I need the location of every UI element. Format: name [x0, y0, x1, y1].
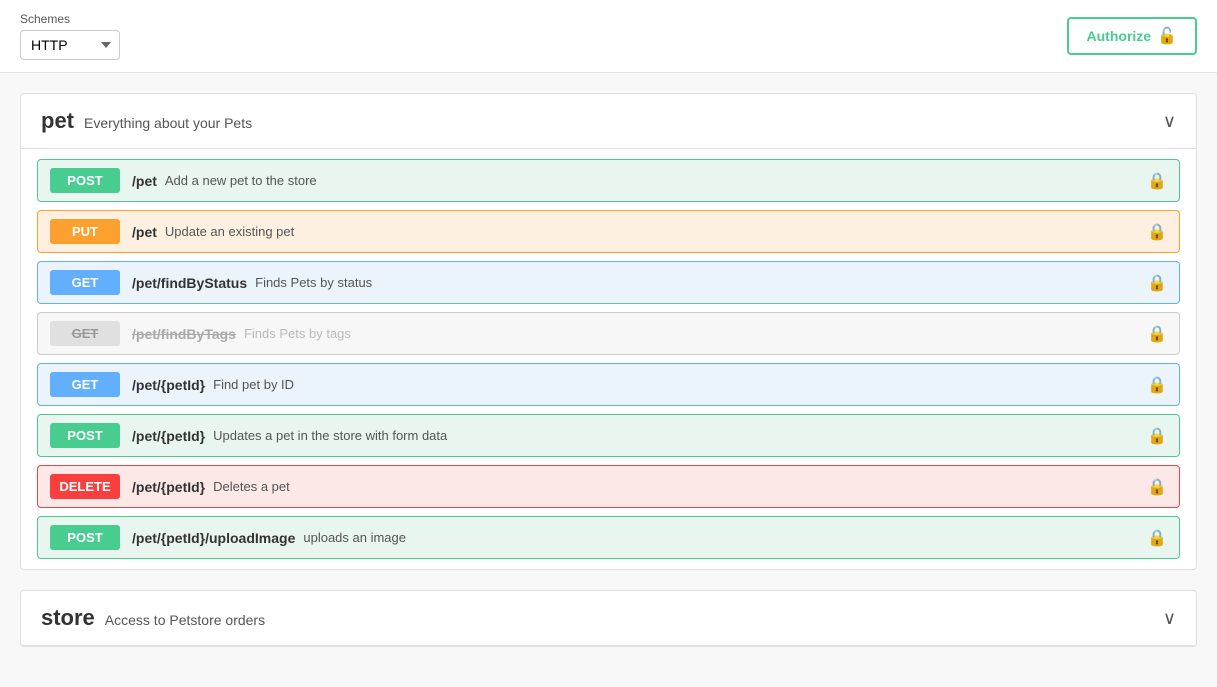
method-badge-pet-4: GET: [50, 372, 120, 397]
lock-icon-pet-2: 🔒: [1147, 273, 1167, 293]
method-badge-pet-6: DELETE: [50, 474, 120, 499]
endpoint-summary-pet-2: Finds Pets by status: [255, 275, 372, 290]
endpoint-summary-pet-7: uploads an image: [303, 530, 406, 545]
lock-icon-pet-7: 🔒: [1147, 528, 1167, 548]
endpoint-path-pet-2: /pet/findByStatus: [132, 275, 247, 291]
endpoint-summary-pet-0: Add a new pet to the store: [165, 173, 317, 188]
main-content: pet Everything about your Pets ∨ POST /p…: [0, 73, 1217, 687]
lock-icon-pet-1: 🔒: [1147, 222, 1167, 242]
lock-icon-pet-6: 🔒: [1147, 477, 1167, 497]
endpoint-path-pet-0: /pet: [132, 173, 157, 189]
section-name-pet: pet: [41, 108, 74, 134]
method-badge-pet-5: POST: [50, 423, 120, 448]
endpoint-path-pet-7: /pet/{petId}/uploadImage: [132, 530, 295, 546]
section-title-store: store Access to Petstore orders: [41, 605, 265, 631]
endpoint-summary-pet-1: Update an existing pet: [165, 224, 294, 239]
endpoint-path-pet-5: /pet/{petId}: [132, 428, 205, 444]
endpoint-row-pet-3[interactable]: GET /pet/findByTags Finds Pets by tags 🔒: [37, 312, 1180, 355]
endpoint-row-pet-0[interactable]: POST /pet Add a new pet to the store 🔒: [37, 159, 1180, 202]
schemes-select[interactable]: HTTP HTTPS: [20, 30, 120, 60]
top-bar: Schemes HTTP HTTPS Authorize 🔓: [0, 0, 1217, 73]
section-pet: pet Everything about your Pets ∨ POST /p…: [20, 93, 1197, 570]
endpoint-path-pet-3: /pet/findByTags: [132, 326, 236, 342]
endpoint-row-pet-6[interactable]: DELETE /pet/{petId} Deletes a pet 🔒: [37, 465, 1180, 508]
section-name-store: store: [41, 605, 95, 631]
method-badge-pet-1: PUT: [50, 219, 120, 244]
section-header-store[interactable]: store Access to Petstore orders ∨: [21, 591, 1196, 646]
section-header-pet[interactable]: pet Everything about your Pets ∨: [21, 94, 1196, 149]
endpoint-row-pet-4[interactable]: GET /pet/{petId} Find pet by ID 🔒: [37, 363, 1180, 406]
endpoint-summary-pet-4: Find pet by ID: [213, 377, 294, 392]
section-title-pet: pet Everything about your Pets: [41, 108, 252, 134]
method-badge-pet-7: POST: [50, 525, 120, 550]
endpoint-row-pet-1[interactable]: PUT /pet Update an existing pet 🔒: [37, 210, 1180, 253]
method-badge-pet-0: POST: [50, 168, 120, 193]
authorize-button[interactable]: Authorize 🔓: [1067, 17, 1197, 55]
schemes-label: Schemes: [20, 12, 120, 26]
section-desc-pet: Everything about your Pets: [84, 115, 252, 131]
schemes-section: Schemes HTTP HTTPS: [20, 12, 120, 60]
endpoint-summary-pet-5: Updates a pet in the store with form dat…: [213, 428, 447, 443]
chevron-icon-pet: ∨: [1163, 111, 1176, 132]
lock-icon-pet-3: 🔒: [1147, 324, 1167, 344]
endpoint-row-pet-5[interactable]: POST /pet/{petId} Updates a pet in the s…: [37, 414, 1180, 457]
authorize-label: Authorize: [1087, 28, 1152, 44]
endpoint-summary-pet-3: Finds Pets by tags: [244, 326, 351, 341]
endpoint-summary-pet-6: Deletes a pet: [213, 479, 290, 494]
endpoint-row-pet-2[interactable]: GET /pet/findByStatus Finds Pets by stat…: [37, 261, 1180, 304]
lock-icon-pet-0: 🔒: [1147, 171, 1167, 191]
endpoint-path-pet-1: /pet: [132, 224, 157, 240]
section-desc-store: Access to Petstore orders: [105, 612, 265, 628]
endpoint-row-pet-7[interactable]: POST /pet/{petId}/uploadImage uploads an…: [37, 516, 1180, 559]
lock-icon-pet-5: 🔒: [1147, 426, 1167, 446]
lock-icon-pet-4: 🔒: [1147, 375, 1167, 395]
chevron-icon-store: ∨: [1163, 608, 1176, 629]
endpoint-path-pet-6: /pet/{petId}: [132, 479, 205, 495]
endpoints-pet: POST /pet Add a new pet to the store 🔒 P…: [21, 149, 1196, 569]
endpoint-path-pet-4: /pet/{petId}: [132, 377, 205, 393]
method-badge-pet-3: GET: [50, 321, 120, 346]
method-badge-pet-2: GET: [50, 270, 120, 295]
lock-icon: 🔓: [1157, 26, 1177, 46]
